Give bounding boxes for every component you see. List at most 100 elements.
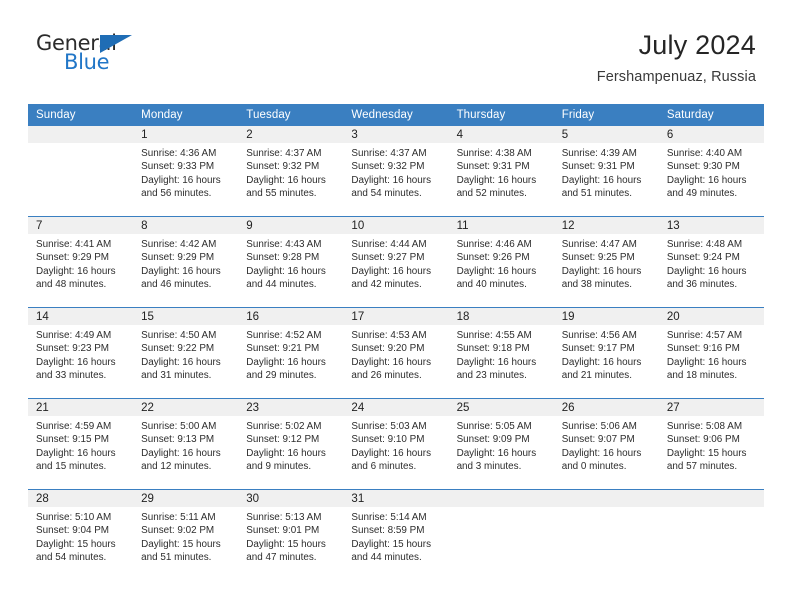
daylight-text-line2: and 15 minutes. <box>36 460 107 472</box>
daylight-text-line2: and 18 minutes. <box>666 369 738 381</box>
day-cell[interactable]: 3 Sunrise: 4:37 AM Sunset: 9:32 PM Daylight… <box>343 126 449 217</box>
day-cell[interactable]: 12 Sunrise: 4:47 AM Sunset: 9:25 PM Dayligh… <box>553 216 659 308</box>
sunset-text: Sunset: 9:06 PM <box>666 434 740 446</box>
day-cell[interactable]: 15 Sunrise: 4:50 AM Sunset: 9:22 PM Dayligh… <box>133 307 239 399</box>
daylight-text-line1: Daylight: 16 hours <box>666 174 747 186</box>
sunrise-text: Sunrise: 4:52 AM <box>246 330 322 341</box>
day-number: 16 <box>238 308 344 325</box>
day-number: 30 <box>238 490 344 507</box>
daylight-text-line2: and 21 minutes. <box>561 369 632 381</box>
daylight-text-line1: Daylight: 16 hours <box>456 356 537 368</box>
week-row: 1 Sunrise: 4:36 AM Sunset: 9:33 PM Daylight… <box>28 126 764 217</box>
sunset-text: Sunset: 9:25 PM <box>561 252 635 264</box>
day-cell[interactable]: 1 Sunrise: 4:36 AM Sunset: 9:33 PM Daylight… <box>133 126 239 217</box>
daylight-text-line2: and 57 minutes. <box>666 460 738 472</box>
sunrise-text: Sunrise: 5:11 AM <box>141 512 216 523</box>
day-cell[interactable]: 28 Sunrise: 5:10 AM Sunset: 9:04 PM Dayligh… <box>28 489 134 580</box>
sunset-text: Sunset: 9:28 PM <box>246 252 320 264</box>
day-cell[interactable]: 2 Sunrise: 4:37 AM Sunset: 9:32 PM Daylight… <box>238 126 344 217</box>
daylight-text-line2: and 46 minutes. <box>141 278 212 290</box>
weekday-header-thursday: Thursday <box>448 104 554 126</box>
day-number: 14 <box>28 308 134 325</box>
daylight-text-line2: and 51 minutes. <box>561 187 632 199</box>
day-number <box>553 490 659 507</box>
daylight-text-line1: Daylight: 15 hours <box>36 538 116 550</box>
day-number: 23 <box>238 399 344 416</box>
day-number: 5 <box>553 126 659 143</box>
sunrise-text: Sunrise: 5:13 AM <box>246 512 322 523</box>
sunrise-text: Sunrise: 4:47 AM <box>561 239 637 250</box>
sunrise-text: Sunrise: 4:59 AM <box>36 421 112 432</box>
sunrise-text: Sunrise: 5:00 AM <box>141 421 217 432</box>
day-cell[interactable] <box>553 489 659 580</box>
day-number: 11 <box>448 217 554 234</box>
day-cell[interactable]: 23 Sunrise: 5:02 AM Sunset: 9:12 PM Dayligh… <box>238 398 344 490</box>
day-number: 24 <box>343 399 449 416</box>
general-blue-logo[interactable]: General Blue <box>36 30 146 86</box>
daylight-text-line2: and 38 minutes. <box>561 278 632 290</box>
daylight-text-line2: and 52 minutes. <box>456 187 527 199</box>
day-cell[interactable]: 5 Sunrise: 4:39 AM Sunset: 9:31 PM Daylight… <box>553 126 659 217</box>
daylight-text-line2: and 9 minutes. <box>246 460 312 472</box>
day-cell[interactable]: 7 Sunrise: 4:41 AM Sunset: 9:29 PM Daylight… <box>28 216 134 308</box>
day-number: 8 <box>133 217 239 234</box>
day-cell[interactable]: 29 Sunrise: 5:11 AM Sunset: 9:02 PM Dayligh… <box>133 489 239 580</box>
day-cell[interactable]: 26 Sunrise: 5:06 AM Sunset: 9:07 PM Dayligh… <box>553 398 659 490</box>
daylight-text-line2: and 42 minutes. <box>351 278 422 290</box>
sunrise-text: Sunrise: 4:55 AM <box>456 330 532 341</box>
sunset-text: Sunset: 9:23 PM <box>36 343 110 355</box>
sunset-text: Sunset: 9:21 PM <box>246 343 320 355</box>
day-cell[interactable]: 30 Sunrise: 5:13 AM Sunset: 9:01 PM Dayligh… <box>238 489 344 580</box>
day-cell[interactable]: 4 Sunrise: 4:38 AM Sunset: 9:31 PM Daylight… <box>448 126 554 217</box>
day-cell[interactable]: 31 Sunrise: 5:14 AM Sunset: 8:59 PM Dayligh… <box>343 489 449 580</box>
day-cell[interactable]: 10 Sunrise: 4:44 AM Sunset: 9:27 PM Dayligh… <box>343 216 449 308</box>
day-cell[interactable] <box>448 489 554 580</box>
sunrise-text: Sunrise: 4:39 AM <box>561 148 637 159</box>
day-cell[interactable]: 11 Sunrise: 4:46 AM Sunset: 9:26 PM Dayligh… <box>448 216 554 308</box>
day-cell[interactable]: 13 Sunrise: 4:48 AM Sunset: 9:24 PM Dayligh… <box>658 216 764 308</box>
day-cell[interactable] <box>28 126 134 217</box>
daylight-text-line1: Daylight: 16 hours <box>561 447 642 459</box>
day-cell[interactable]: 21 Sunrise: 4:59 AM Sunset: 9:15 PM Dayligh… <box>28 398 134 490</box>
day-cell[interactable]: 14 Sunrise: 4:49 AM Sunset: 9:23 PM Dayligh… <box>28 307 134 399</box>
sunrise-text: Sunrise: 4:57 AM <box>666 330 743 341</box>
day-cell[interactable]: 19 Sunrise: 4:56 AM Sunset: 9:17 PM Dayligh… <box>553 307 659 399</box>
day-number: 1 <box>133 126 239 143</box>
day-cell[interactable]: 25 Sunrise: 5:05 AM Sunset: 9:09 PM Dayligh… <box>448 398 554 490</box>
day-cell[interactable]: 20 Sunrise: 4:57 AM Sunset: 9:16 PM Dayligh… <box>658 307 764 399</box>
day-cell[interactable]: 27 Sunrise: 5:08 AM Sunset: 9:06 PM Dayligh… <box>658 398 764 490</box>
weekday-header-wednesday: Wednesday <box>343 104 449 126</box>
daylight-text-line1: Daylight: 16 hours <box>36 265 116 277</box>
day-number: 27 <box>658 399 764 416</box>
daylight-text-line1: Daylight: 16 hours <box>351 174 432 186</box>
sunrise-text: Sunrise: 5:08 AM <box>666 421 743 432</box>
daylight-text-line2: and 47 minutes. <box>246 551 317 563</box>
weekday-header-tuesday: Tuesday <box>238 104 344 126</box>
daylight-text-line2: and 44 minutes. <box>246 278 317 290</box>
day-cell[interactable] <box>658 489 764 580</box>
day-cell[interactable]: 9 Sunrise: 4:43 AM Sunset: 9:28 PM Daylight… <box>238 216 344 308</box>
day-cell[interactable]: 18 Sunrise: 4:55 AM Sunset: 9:18 PM Dayligh… <box>448 307 554 399</box>
daylight-text-line2: and 48 minutes. <box>36 278 107 290</box>
calendar-page: General Blue July 2024 Fershampenuaz, Ru… <box>0 0 792 612</box>
day-cell[interactable]: 24 Sunrise: 5:03 AM Sunset: 9:10 PM Dayligh… <box>343 398 449 490</box>
calendar-table: Sunday Monday Tuesday Wednesday Thursday… <box>28 104 764 580</box>
day-number: 25 <box>448 399 554 416</box>
sunrise-text: Sunrise: 5:10 AM <box>36 512 112 523</box>
day-cell[interactable]: 22 Sunrise: 5:00 AM Sunset: 9:13 PM Dayligh… <box>133 398 239 490</box>
day-cell[interactable]: 16 Sunrise: 4:52 AM Sunset: 9:21 PM Dayligh… <box>238 307 344 399</box>
sunrise-text: Sunrise: 4:43 AM <box>246 239 322 250</box>
daylight-text-line2: and 26 minutes. <box>351 369 422 381</box>
day-cell[interactable]: 17 Sunrise: 4:53 AM Sunset: 9:20 PM Dayligh… <box>343 307 449 399</box>
day-cell[interactable]: 6 Sunrise: 4:40 AM Sunset: 9:30 PM Daylight… <box>658 126 764 217</box>
sunset-text: Sunset: 9:30 PM <box>666 161 740 173</box>
sunrise-text: Sunrise: 4:37 AM <box>246 148 322 159</box>
daylight-text-line1: Daylight: 16 hours <box>141 356 221 368</box>
day-number: 2 <box>238 126 344 143</box>
sunrise-text: Sunrise: 5:06 AM <box>561 421 637 432</box>
daylight-text-line2: and 36 minutes. <box>666 278 738 290</box>
day-cell[interactable]: 8 Sunrise: 4:42 AM Sunset: 9:29 PM Daylight… <box>133 216 239 308</box>
daylight-text-line1: Daylight: 16 hours <box>561 356 642 368</box>
day-number: 4 <box>448 126 554 143</box>
sunset-text: Sunset: 9:29 PM <box>36 252 110 264</box>
